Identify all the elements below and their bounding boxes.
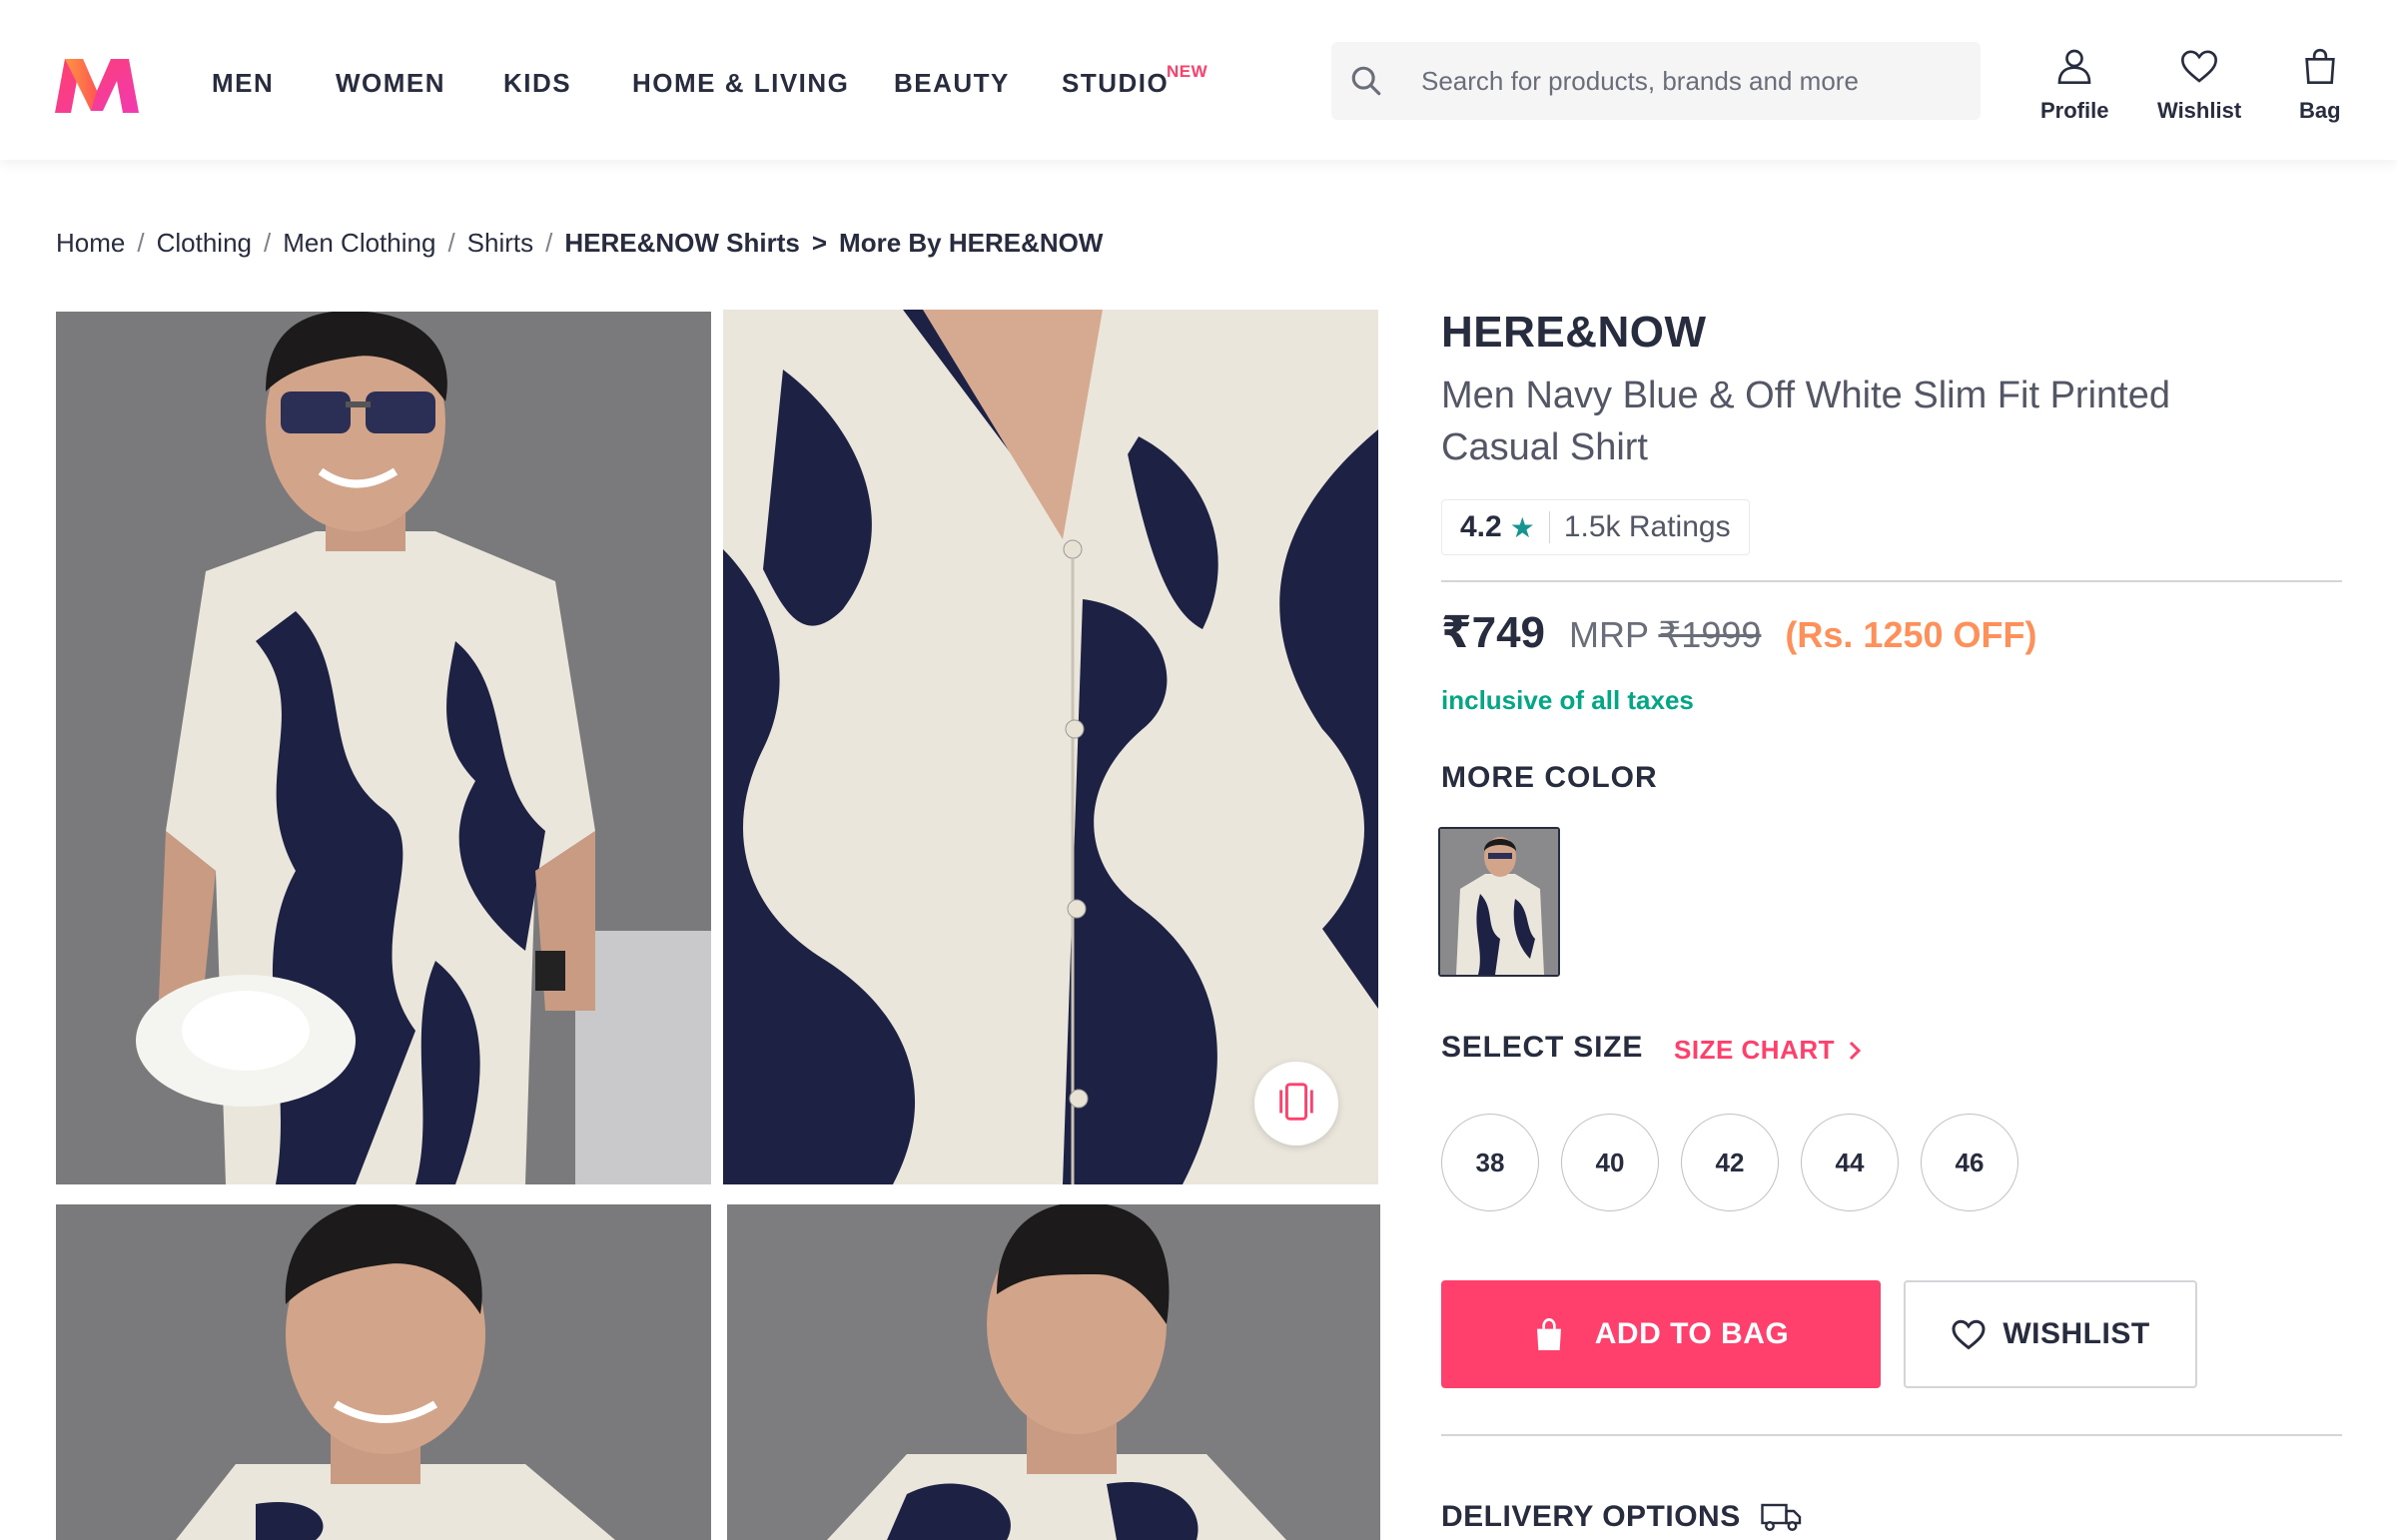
breadcrumb-separator: / <box>447 228 455 258</box>
breadcrumb-shirts[interactable]: Shirts <box>467 228 533 259</box>
heart-icon <box>1951 1316 1987 1352</box>
breadcrumb-clothing[interactable]: Clothing <box>157 228 252 259</box>
divider <box>1441 580 2342 582</box>
nav-studio[interactable]: STUDIO <box>1062 58 1169 108</box>
size-option-42[interactable]: 42 <box>1681 1114 1779 1211</box>
size-option-40[interactable]: 40 <box>1561 1114 1659 1211</box>
wishlist-button[interactable]: WISHLIST <box>1904 1280 2197 1388</box>
divider <box>1441 1434 2342 1436</box>
product-image-face[interactable] <box>56 1204 711 1540</box>
rating-divider <box>1548 511 1550 543</box>
delivery-options-label: DELIVERY OPTIONS <box>1441 1500 1741 1533</box>
product-image-front[interactable] <box>56 312 711 1184</box>
rating-badge[interactable]: 4.2 ★ 1.5k Ratings <box>1441 499 1750 555</box>
mrp-value: ₹1999 <box>1658 614 1762 655</box>
breadcrumb-chevron: > <box>811 228 828 258</box>
color-variant-thumbnail[interactable] <box>1438 827 1560 977</box>
wishlist-header-button[interactable]: Wishlist <box>2157 46 2241 124</box>
delivery-options-heading: DELIVERY OPTIONS <box>1441 1500 1803 1534</box>
breadcrumb: Home / Clothing / Men Clothing / Shirts … <box>56 228 1103 259</box>
similar-icon <box>1273 1079 1319 1130</box>
search-input[interactable] <box>1401 42 1981 120</box>
breadcrumb-separator: / <box>545 228 553 258</box>
breadcrumb-more-by-brand[interactable]: More By HERE&NOW <box>839 228 1103 259</box>
nav-beauty[interactable]: BEAUTY <box>894 58 1010 108</box>
selling-price: ₹749 <box>1441 608 1546 657</box>
add-to-bag-label: ADD TO BAG <box>1594 1317 1790 1350</box>
search-icon[interactable] <box>1331 64 1401 98</box>
nav-kids[interactable]: KIDS <box>503 58 571 108</box>
breadcrumb-home[interactable]: Home <box>56 228 125 259</box>
wishlist-header-label: Wishlist <box>2157 98 2242 123</box>
tax-note: inclusive of all taxes <box>1441 685 1694 715</box>
size-chart-link[interactable]: SIZE CHART <box>1674 1035 1863 1066</box>
nav-home-living[interactable]: HOME & LIVING <box>632 58 849 108</box>
size-option-38[interactable]: 38 <box>1441 1114 1539 1211</box>
breadcrumb-current: HERE&NOW Shirts <box>564 228 800 258</box>
price-row: ₹749 MRP ₹1999 (Rs. 1250 OFF) <box>1441 607 2036 658</box>
product-image-closeup[interactable] <box>723 310 1378 1184</box>
chevron-right-icon <box>1847 1041 1863 1061</box>
profile-icon <box>2054 46 2094 92</box>
size-option-46[interactable]: 46 <box>1921 1114 2018 1211</box>
breadcrumb-separator: / <box>264 228 272 258</box>
profile-button[interactable]: Profile <box>2040 46 2108 124</box>
size-option-44[interactable]: 44 <box>1801 1114 1899 1211</box>
bag-icon <box>2300 46 2340 92</box>
breadcrumb-men-clothing[interactable]: Men Clothing <box>283 228 435 259</box>
profile-label: Profile <box>2040 98 2109 123</box>
studio-new-badge: NEW <box>1167 62 1208 81</box>
bag-button[interactable]: Bag <box>2299 46 2341 124</box>
myntra-logo-icon[interactable] <box>43 49 151 119</box>
nav-women[interactable]: WOMEN <box>336 58 445 108</box>
select-size-heading: SELECT SIZE <box>1441 1031 1644 1064</box>
discount-text: (Rs. 1250 OFF) <box>1785 614 2037 655</box>
wishlist-label: WISHLIST <box>2002 1317 2150 1350</box>
search-bar[interactable] <box>1331 42 1981 120</box>
product-image-side[interactable] <box>727 1204 1380 1540</box>
bag-icon <box>1533 1316 1565 1352</box>
heart-icon <box>2179 46 2219 92</box>
more-color-heading: MORE COLOR <box>1441 761 1658 794</box>
breadcrumb-separator: / <box>137 228 145 258</box>
size-options: 38 40 42 44 46 <box>1441 1114 2040 1211</box>
star-icon: ★ <box>1509 511 1535 543</box>
truck-icon <box>1761 1500 1803 1534</box>
view-similar-button[interactable] <box>1254 1062 1338 1146</box>
mrp-label: MRP <box>1569 614 1649 655</box>
top-header: MEN WOMEN KIDS HOME & LIVING BEAUTY STUD… <box>0 0 2397 160</box>
mrp: MRP ₹1999 <box>1569 614 1761 656</box>
size-chart-label: SIZE CHART <box>1674 1035 1835 1065</box>
rating-count: 1.5k Ratings <box>1563 510 1731 543</box>
product-brand[interactable]: HERE&NOW <box>1441 308 1707 358</box>
bag-label: Bag <box>2299 98 2341 123</box>
rating-value: 4.2 <box>1460 510 1502 543</box>
product-name[interactable]: Men Navy Blue & Off White Slim Fit Print… <box>1441 370 2280 473</box>
add-to-bag-button[interactable]: ADD TO BAG <box>1441 1280 1881 1388</box>
nav-men[interactable]: MEN <box>212 58 274 108</box>
